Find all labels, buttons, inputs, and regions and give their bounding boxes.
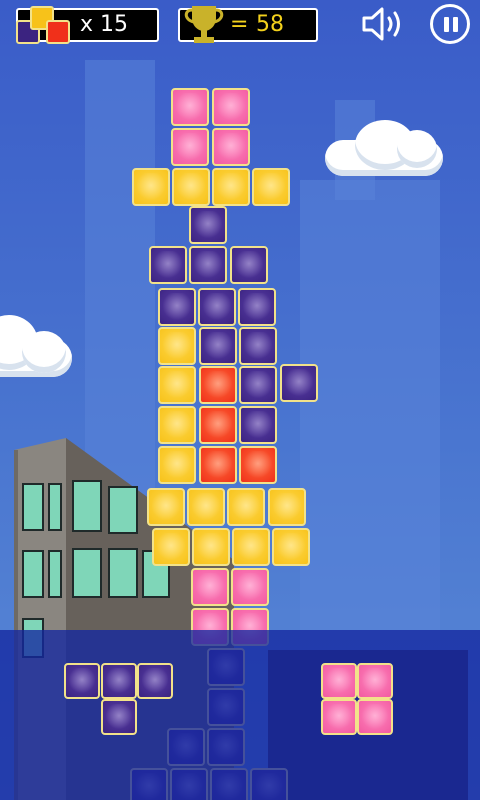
- red-block: [199, 406, 237, 444]
- purple-block: [239, 366, 277, 404]
- yellow-block: [192, 528, 230, 566]
- red-block: [199, 366, 237, 404]
- red-block: [239, 446, 277, 484]
- red-block: [199, 446, 237, 484]
- purple-block: [198, 288, 236, 326]
- purple-block: [230, 246, 268, 284]
- purple-block: [280, 364, 318, 402]
- water-overlay: [0, 630, 480, 800]
- building-window: [48, 550, 62, 598]
- yellow-block: [158, 327, 196, 365]
- cloud: [325, 118, 445, 178]
- building-window: [72, 548, 102, 598]
- pink-block: [231, 568, 269, 606]
- yellow-block: [158, 406, 196, 444]
- yellow-block: [158, 446, 196, 484]
- purple-block: [238, 288, 276, 326]
- pink-block[interactable]: [321, 699, 357, 735]
- pink-block[interactable]: [357, 699, 393, 735]
- purple-block: [158, 288, 196, 326]
- cloud: [0, 315, 75, 380]
- building-window: [22, 483, 44, 531]
- purple-block[interactable]: [137, 663, 173, 699]
- yellow-block: [187, 488, 225, 526]
- score-panel: = 58: [178, 6, 318, 43]
- yellow-block: [272, 528, 310, 566]
- pieces-counter: x 15: [16, 6, 159, 44]
- pink-block[interactable]: [357, 663, 393, 699]
- pink-block: [171, 128, 209, 166]
- yellow-block: [227, 488, 265, 526]
- pieces-multiplier: x 15: [80, 12, 129, 37]
- pause-icon: [444, 17, 458, 32]
- background-building: [300, 180, 440, 640]
- speaker-icon: [362, 7, 400, 41]
- building-window: [108, 486, 138, 534]
- yellow-block: [152, 528, 190, 566]
- yellow-block: [158, 366, 196, 404]
- pink-block[interactable]: [321, 663, 357, 699]
- yellow-block: [172, 168, 210, 206]
- yellow-block: [212, 168, 250, 206]
- purple-block: [189, 206, 227, 244]
- purple-block: [149, 246, 187, 284]
- purple-block[interactable]: [101, 663, 137, 699]
- pause-button[interactable]: [430, 4, 470, 44]
- yellow-block: [252, 168, 290, 206]
- tetromino-stack-icon: [16, 6, 74, 46]
- score-value: 58: [256, 12, 284, 37]
- building-window: [72, 480, 102, 532]
- building-window: [22, 550, 44, 598]
- game-scene: [0, 0, 480, 800]
- trophy-icon: [182, 4, 226, 50]
- yellow-block: [268, 488, 306, 526]
- purple-block: [189, 246, 227, 284]
- yellow-block: [232, 528, 270, 566]
- pink-block: [212, 128, 250, 166]
- building-window: [108, 548, 138, 598]
- pink-block: [212, 88, 250, 126]
- purple-block[interactable]: [64, 663, 100, 699]
- purple-block[interactable]: [101, 699, 137, 735]
- purple-block: [239, 327, 277, 365]
- purple-block: [239, 406, 277, 444]
- yellow-block: [147, 488, 185, 526]
- pink-block: [171, 88, 209, 126]
- pink-block: [191, 568, 229, 606]
- yellow-block: [132, 168, 170, 206]
- score-equals: =: [230, 12, 249, 37]
- purple-block: [199, 327, 237, 365]
- sound-button[interactable]: [362, 4, 412, 44]
- building-window: [48, 483, 62, 531]
